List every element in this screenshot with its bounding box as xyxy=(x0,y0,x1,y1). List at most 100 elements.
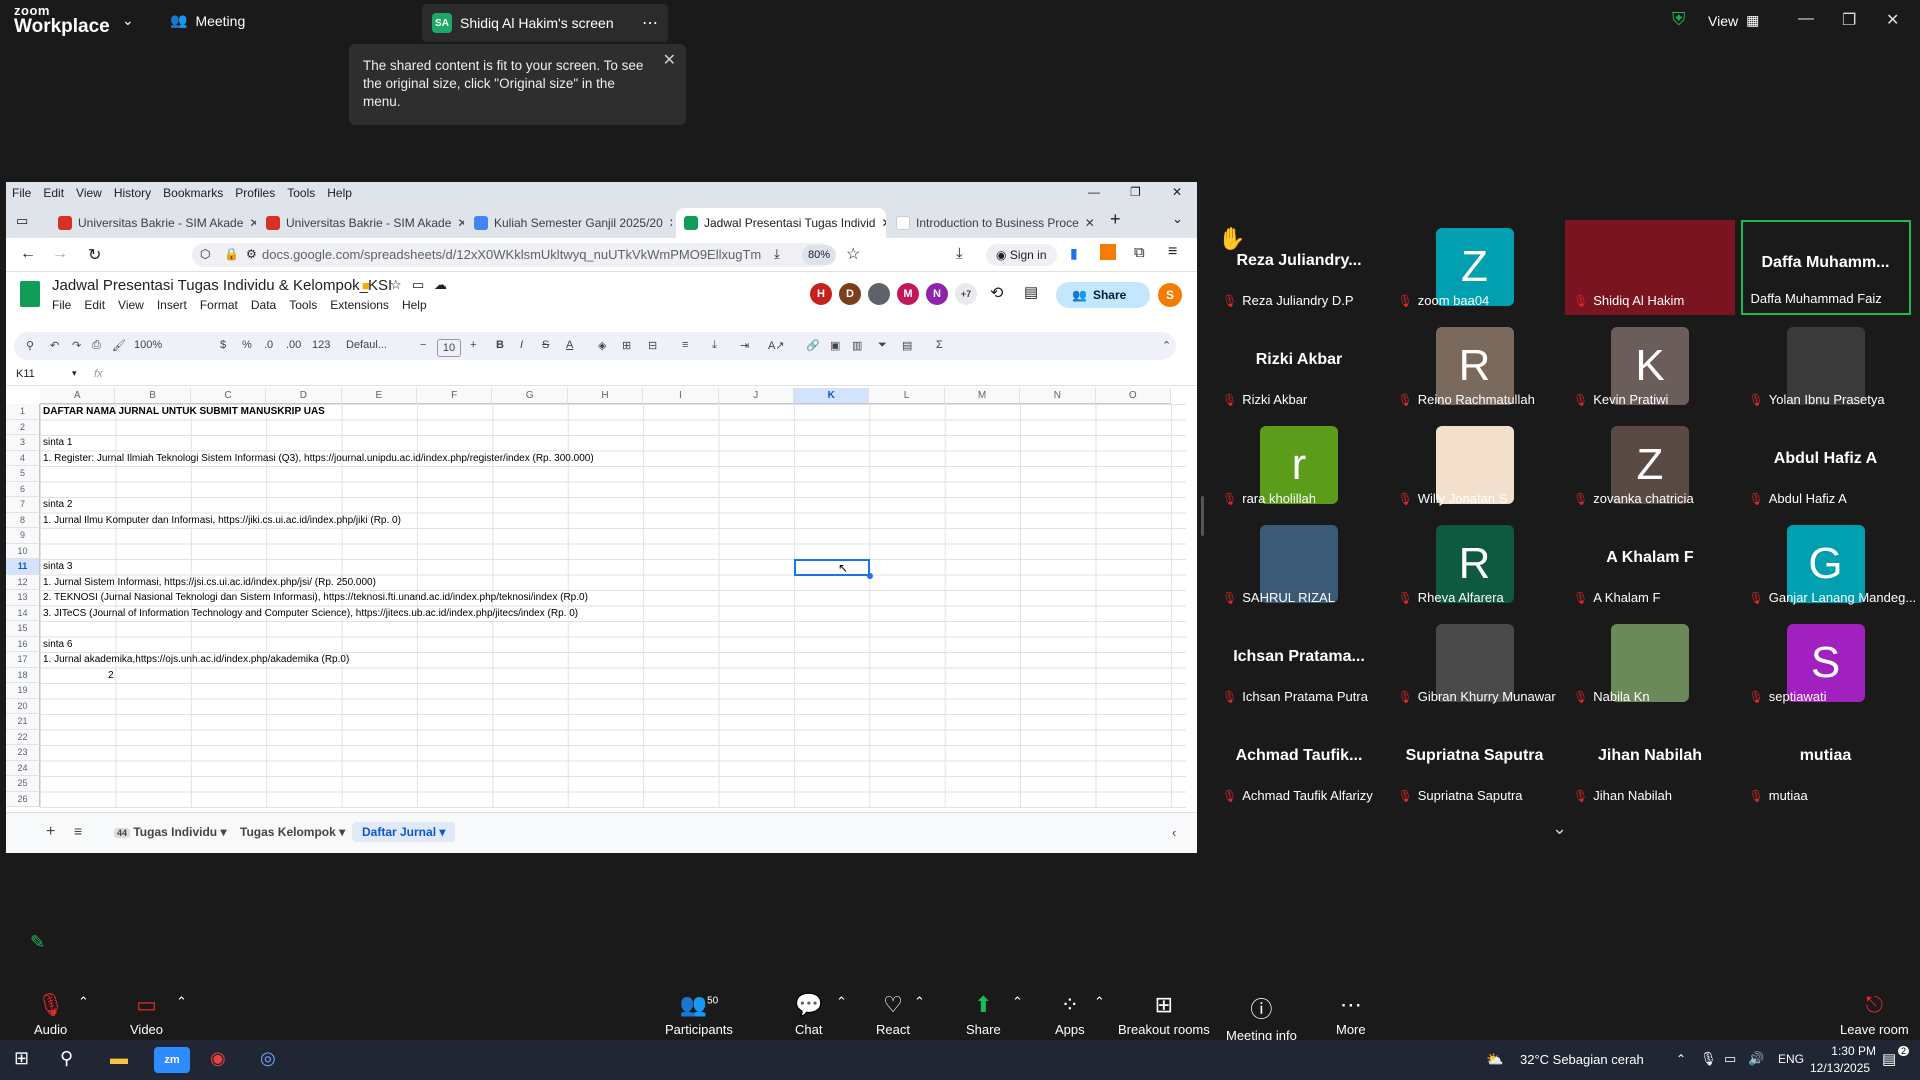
docs-extension-icon[interactable]: ▮ xyxy=(1070,245,1078,262)
cell[interactable]: 1. Jurnal Ilmu Komputer dan Informasi, h… xyxy=(43,513,401,528)
participant-tile[interactable]: A Khalam F 🎙 A Khalam F xyxy=(1565,517,1735,612)
row-header[interactable]: 22 xyxy=(6,729,40,745)
name-box[interactable]: K11 xyxy=(16,368,35,380)
minimize-icon[interactable]: — xyxy=(1798,10,1814,28)
collaborator-avatar[interactable]: D xyxy=(839,283,861,305)
app-icon[interactable]: ◎ xyxy=(260,1048,276,1069)
menu-file[interactable]: File xyxy=(12,186,31,200)
currency-format-button[interactable]: $ xyxy=(220,339,226,351)
insert-chart-icon[interactable]: ▥ xyxy=(852,339,862,352)
add-sheet-icon[interactable]: + xyxy=(46,823,55,841)
insert-link-icon[interactable]: 🔗 xyxy=(806,339,820,352)
forward-icon[interactable]: → xyxy=(52,245,68,263)
font-size-input[interactable]: 10 xyxy=(437,339,461,357)
clock-time[interactable]: 1:30 PM xyxy=(1816,1044,1876,1058)
participant-tile[interactable]: G 🎙 Ganjar Lanang Mandeg... xyxy=(1741,517,1916,612)
participant-tile[interactable]: 🎙 Shidiq Al Hakim xyxy=(1565,220,1735,315)
windows-start-icon[interactable]: ⊞ xyxy=(14,1048,29,1069)
row-header[interactable]: 11 xyxy=(6,559,40,575)
row-header[interactable]: 6 xyxy=(6,481,40,497)
maximize-icon[interactable]: ❐ xyxy=(1842,10,1856,30)
participant-tile[interactable]: Achmad Taufik... 🎙 Achmad Taufik Alfarizy xyxy=(1214,715,1384,810)
row-header[interactable]: 25 xyxy=(6,776,40,792)
column-header[interactable]: E xyxy=(341,388,417,404)
chevron-up-icon[interactable]: ⌃ xyxy=(176,994,187,1010)
sheet-tab-daftar-jurnal[interactable]: Daftar Jurnal ▾ xyxy=(352,822,456,842)
notifications-icon[interactable]: ▤ xyxy=(1882,1050,1896,1068)
print-icon[interactable]: ⎙ xyxy=(92,339,101,352)
cell[interactable]: sinta 6 xyxy=(43,637,72,652)
tab-groups-icon[interactable]: ▭ xyxy=(16,213,28,229)
file-explorer-icon[interactable]: ▬ xyxy=(110,1048,128,1069)
participant-tile[interactable]: 🎙 Yolan Ibnu Prasetya xyxy=(1741,319,1911,414)
row-header[interactable]: 18 xyxy=(6,667,40,683)
row-header[interactable]: 12 xyxy=(6,574,40,590)
close-tab-icon[interactable]: ✕ xyxy=(249,216,256,230)
undo-icon[interactable]: ↶ xyxy=(50,339,59,352)
menu-data[interactable]: Data xyxy=(251,298,276,312)
meeting-tab[interactable]: 👥 Meeting xyxy=(170,12,245,29)
functions-icon[interactable]: Σ xyxy=(936,339,943,351)
participant-tile[interactable]: K 🎙 Kevin Pratiwi xyxy=(1565,319,1735,414)
selected-cell[interactable] xyxy=(794,559,871,576)
chevron-down-icon[interactable]: ⌄ xyxy=(1552,818,1567,839)
row-header[interactable]: 3 xyxy=(6,435,40,451)
filter-views-icon[interactable]: ▤ xyxy=(902,339,912,352)
chevron-up-icon[interactable]: ⌃ xyxy=(78,994,89,1010)
close-icon[interactable]: ✕ xyxy=(1172,185,1182,199)
audio-button[interactable]: 🎙 Audio xyxy=(34,992,67,1037)
weather-text[interactable]: 32°C Sebagian cerah xyxy=(1520,1052,1644,1067)
participant-tile[interactable]: Z 🎙 zovanka chatricia xyxy=(1565,418,1735,513)
decrease-font-icon[interactable]: − xyxy=(420,339,426,351)
close-tab-icon[interactable]: ✕ xyxy=(669,216,672,230)
increase-decimal-button[interactable]: .00 xyxy=(286,339,301,351)
lock-icon[interactable]: 🔒 xyxy=(224,247,239,261)
participant-tile[interactable]: 🎙 Willy Jonatan S xyxy=(1390,418,1560,513)
search-icon[interactable]: ⚲ xyxy=(60,1048,73,1069)
zoom-level-pill[interactable]: 80% xyxy=(802,245,837,265)
cell[interactable]: 2 xyxy=(108,668,114,683)
menu-file[interactable]: File xyxy=(52,298,71,312)
cell[interactable]: 1. Jurnal Sistem Informasi, https://jsi.… xyxy=(43,575,376,590)
browser-tab[interactable]: Kuliah Semester Ganjil 2025/20 ✕ xyxy=(466,208,672,238)
more-button[interactable]: ⋯ More xyxy=(1336,992,1366,1037)
cell[interactable]: 2. TEKNOSI (Jurnal Nasional Teknologi da… xyxy=(43,590,588,605)
leave-room-button[interactable]: ⎋ Leave room xyxy=(1840,992,1909,1037)
tray-chevron-icon[interactable]: ⌃ xyxy=(1676,1052,1686,1066)
cell[interactable]: 1. Register: Jurnal Ilmiah Teknologi Sis… xyxy=(43,451,594,466)
row-header[interactable]: 23 xyxy=(6,745,40,761)
column-header[interactable]: G xyxy=(492,388,568,404)
menu-edit[interactable]: Edit xyxy=(84,298,105,312)
row-header[interactable]: 13 xyxy=(6,590,40,606)
comments-icon[interactable]: ▤ xyxy=(1024,283,1038,301)
fill-handle[interactable] xyxy=(867,572,874,579)
fill-color-icon[interactable]: ◈ xyxy=(598,339,606,352)
scroll-left-icon[interactable]: ‹ xyxy=(1172,825,1176,840)
row-header[interactable]: 24 xyxy=(6,760,40,776)
search-icon[interactable]: ⚲ xyxy=(26,339,34,352)
chevron-up-icon[interactable]: ⌃ xyxy=(914,994,925,1010)
cell[interactable]: DAFTAR NAMA JURNAL UNTUK SUBMIT MANUSKRI… xyxy=(43,404,325,419)
participant-tile[interactable]: S 🎙 septiawati xyxy=(1741,616,1911,711)
vertical-align-icon[interactable]: ⤓ xyxy=(712,339,717,352)
paint-format-icon[interactable]: 🖌 xyxy=(112,339,126,352)
reload-icon[interactable]: ↻ xyxy=(88,245,101,265)
extension-icon[interactable] xyxy=(1100,244,1116,260)
history-icon[interactable]: ⟲ xyxy=(990,283,1003,303)
menu-help[interactable]: Help xyxy=(327,186,352,200)
row-header[interactable]: 14 xyxy=(6,605,40,621)
close-tab-icon[interactable]: ✕ xyxy=(881,216,886,230)
browser-tab[interactable]: Universitas Bakrie - SIM Akade ✕ xyxy=(258,208,464,238)
tune-icon[interactable]: ⚙ xyxy=(246,247,257,261)
participant-tile[interactable]: Daffa Muhamm... Daffa Muhammad Faiz xyxy=(1740,220,1911,315)
move-folder-icon[interactable]: ▭ xyxy=(412,277,424,293)
minimize-icon[interactable]: — xyxy=(1088,185,1100,199)
document-title[interactable]: Jadwal Presentasi Tugas Individu & Kelom… xyxy=(52,277,392,294)
language-indicator[interactable]: ENG xyxy=(1778,1052,1804,1066)
close-icon[interactable]: ✕ xyxy=(1886,10,1899,30)
sheet-tab-tugas-individu[interactable]: 44 Tugas Individu ▾ xyxy=(114,825,227,839)
more-collaborators-badge[interactable]: +7 xyxy=(955,283,977,305)
install-icon[interactable]: ⤓ xyxy=(774,246,780,262)
view-button[interactable]: View ▦ xyxy=(1708,12,1759,29)
menu-profiles[interactable]: Profiles xyxy=(235,186,275,200)
